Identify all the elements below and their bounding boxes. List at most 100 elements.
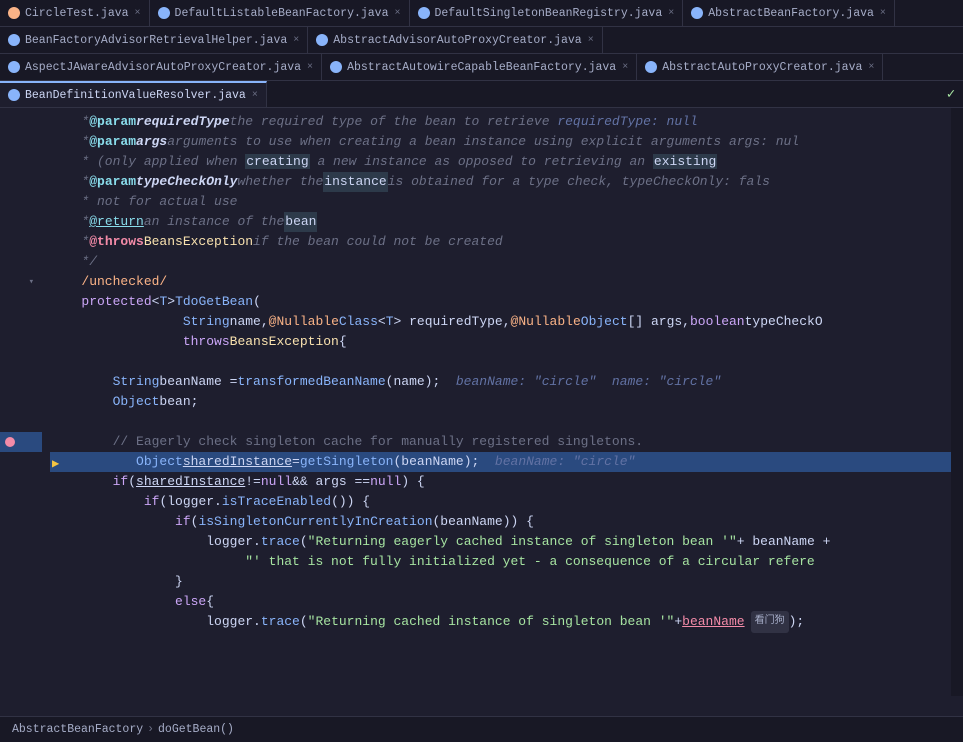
tab-label-circle: CircleTest.java [25,7,129,20]
code-line-method-params: String name, @Nullable Class<T> required… [50,312,951,332]
code-line-logger-cached: logger.trace("Returning cached instance … [50,612,951,632]
tab-close-singleton[interactable]: × [668,8,674,19]
tab-label-abstract-advisor: AbstractAdvisorAutoProxyCreator.java [333,34,581,47]
gutter-line-4 [0,172,42,192]
code-line-else: else { [50,592,951,612]
right-scrollbar[interactable] [951,108,963,696]
tab-label-advisor: BeanFactoryAdvisorRetrievalHelper.java [25,34,287,47]
code-line-close1: } [50,572,951,592]
gutter-line-17 [0,432,42,452]
tab-icon-abstract-bean [691,7,703,19]
code-line-blank2 [50,412,951,432]
tab-icon-listable [158,7,170,19]
gutter-line-21 [0,512,42,532]
tab-close-auto-proxy[interactable]: × [868,62,874,73]
code-line-eagerly-comment: // Eagerly check singleton cache for man… [50,432,951,452]
tab-default-listable[interactable]: DefaultListableBeanFactory.java × [150,0,410,26]
tab-bar-row1: CircleTest.java × DefaultListableBeanFac… [0,0,963,27]
debug-arrow-icon: ▶ [52,454,59,474]
tab-bean-def-resolver[interactable]: BeanDefinitionValueResolver.java × [0,81,267,107]
tab-abstract-auto-proxy[interactable]: AbstractAutoProxyCreator.java × [637,54,883,80]
tab-close-abstract-advisor[interactable]: × [588,35,594,46]
tab-close-bean-def[interactable]: × [252,90,258,101]
tab-close-advisor[interactable]: × [293,35,299,46]
tab-icon-aspect-j [8,61,20,73]
code-line-method-sig: protected <T> T doGetBean( [50,292,951,312]
tab-close-abstract-bean[interactable]: × [880,8,886,19]
gutter-line-27 [0,632,42,652]
tab-circle-test[interactable]: CircleTest.java × [0,0,150,26]
code-line-blank1 [50,352,951,372]
code-line-logger-trace2: "' that is not fully initialized yet - a… [50,552,951,572]
gutter-line-26 [0,612,42,632]
code-line-if-shared: if (sharedInstance != null && args == nu… [50,472,951,492]
status-bar: AbstractBeanFactory › doGetBean() [0,716,963,742]
tab-close-circle[interactable]: × [135,8,141,19]
breakpoint-indicator[interactable] [5,437,15,447]
tab-icon-advisor [8,34,20,46]
tab-bar-row2: BeanFactoryAdvisorRetrievalHelper.java ×… [0,27,963,54]
code-line-comment-1: * @param requiredType the required type … [50,112,951,132]
tab-label-autowire: AbstractAutowireCapableBeanFactory.java [347,61,616,74]
tab-abstract-advisor-auto[interactable]: AbstractAdvisorAutoProxyCreator.java × [308,27,602,53]
gutter-line-10 [0,292,42,312]
gutter-line-22 [0,532,42,552]
breadcrumb-method: doGetBean() [158,723,234,736]
tab-bar-row3: AspectJAwareAdvisorAutoProxyCreator.java… [0,54,963,81]
code-line-unchecked: /unchecked/ [50,272,951,292]
tab-abstract-autowire[interactable]: AbstractAutowireCapableBeanFactory.java … [322,54,637,80]
param-tag-1: @param [89,112,136,132]
tab-aspect-j[interactable]: AspectJAwareAdvisorAutoProxyCreator.java… [0,54,322,80]
editor-area: ▾ * @param requiredType the required typ… [0,108,963,696]
tab-icon-abstract-advisor [316,34,328,46]
tab-close-aspect-j[interactable]: × [307,62,313,73]
code-line-shared-instance: ▶ Object sharedInstance = getSingleton(b… [50,452,951,472]
breadcrumb-separator: › [147,723,154,736]
code-line-if-singleton: if (isSingletonCurrentlyInCreation(beanN… [50,512,951,532]
code-line-comment-return: * @return an instance of the bean [50,212,951,232]
code-line-if-logger: if (logger.isTraceEnabled()) { [50,492,951,512]
tab-close-listable[interactable]: × [394,8,400,19]
gutter-line-15 [0,392,42,412]
code-content: * @param requiredType the required type … [50,108,951,696]
code-line-bean-name: String beanName = transformedBeanName(na… [50,372,951,392]
gutter-line-8 [0,252,42,272]
tab-bean-factory-advisor[interactable]: BeanFactoryAdvisorRetrievalHelper.java × [0,27,308,53]
gutter-line-12 [0,332,42,352]
tab-default-singleton[interactable]: DefaultSingletonBeanRegistry.java × [410,0,684,26]
gutter-line-11 [0,312,42,332]
gutter-line-9: ▾ [0,272,42,292]
tab-close-autowire[interactable]: × [622,62,628,73]
code-line-obj-bean: Object bean; [50,392,951,412]
gutter-line-24 [0,572,42,592]
comment-required-type: * [58,112,89,132]
gutter-line-7 [0,232,42,252]
fold-triangle-method: ▾ [29,272,34,292]
gutter-line-2 [0,132,42,152]
gutter-line-18 [0,452,42,472]
gutter-line-13 [0,352,42,372]
tab-icon-singleton [418,7,430,19]
gutter-line-19 [0,472,42,492]
tab-icon-autowire [330,61,342,73]
code-line-comment-2: * @param args arguments to use when crea… [50,132,951,152]
gutter-line-3 [0,152,42,172]
gutter-line-20 [0,492,42,512]
gutter-line-25 [0,592,42,612]
gutter-line-5 [0,192,42,212]
line-numbers: ▾ [0,108,50,696]
checkmark-icon: ✓ [939,81,963,107]
tab-label-listable: DefaultListableBeanFactory.java [175,7,389,20]
tab-label-auto-proxy: AbstractAutoProxyCreator.java [662,61,862,74]
code-line-comment-5: * not for actual use [50,192,951,212]
tab-abstract-bean[interactable]: AbstractBeanFactory.java × [683,0,895,26]
code-line-logger-trace1: logger.trace("Returning eagerly cached i… [50,532,951,552]
tab-bar-row4: BeanDefinitionValueResolver.java × ✓ [0,81,963,108]
gutter-line-14 [0,372,42,392]
gutter-line-28 [0,652,42,672]
tab-label-bean-def: BeanDefinitionValueResolver.java [25,89,246,102]
code-line-throws: throws BeansException { [50,332,951,352]
code-line-comment-end: */ [50,252,951,272]
hint-badge: 看门狗 [751,611,789,633]
code-line-comment-3: * (only applied when creating a new inst… [50,152,951,172]
